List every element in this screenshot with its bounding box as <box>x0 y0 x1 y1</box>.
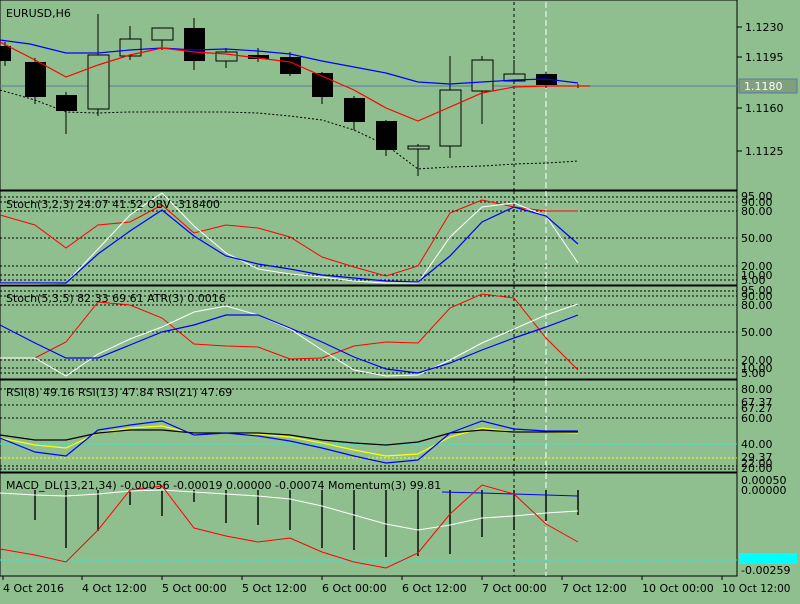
svg-text:5.00: 5.00 <box>741 367 766 380</box>
macd-histogram <box>34 490 579 557</box>
svg-text:1.1160: 1.1160 <box>745 102 784 115</box>
candle <box>25 62 46 97</box>
svg-text:80.00: 80.00 <box>741 299 773 312</box>
svg-text:80.00: 80.00 <box>741 383 773 396</box>
stoch2-white <box>0 303 579 377</box>
candle <box>151 27 174 41</box>
main-panel-frame <box>0 0 738 191</box>
svg-text:60.00: 60.00 <box>741 412 773 425</box>
svg-text:4 Oct 2016: 4 Oct 2016 <box>3 582 64 595</box>
svg-text:5 Oct 12:00: 5 Oct 12:00 <box>242 582 307 595</box>
svg-text:50.00: 50.00 <box>741 232 773 245</box>
svg-text:1.1195: 1.1195 <box>745 51 784 64</box>
price-axis: 1.1230 1.1195 1.1160 1.1125 1.1180 <box>737 21 798 158</box>
candle <box>56 95 77 111</box>
macd-label: MACD_DL(13,21,34) -0.00056 -0.00019 0.00… <box>6 479 441 492</box>
chart-canvas[interactable]: EURUSD,H6 1.1230 1.1195 1.1160 1.1125 1.… <box>0 0 800 600</box>
svg-text:50.00: 50.00 <box>741 326 773 339</box>
rsi-label: RSI(8) 49.16 RSI(13) 47.84 RSI(21) 47.69 <box>6 386 232 399</box>
candlesticks <box>0 14 590 176</box>
svg-text:80.00: 80.00 <box>741 205 773 218</box>
candle <box>439 89 462 147</box>
time-axis: 4 Oct 2016 4 Oct 12:00 5 Oct 00:00 5 Oct… <box>2 576 790 595</box>
stoch1-axis: 95.00 90.00 80.00 50.00 20.00 10.00 5.00 <box>741 190 773 287</box>
stoch1-label: Stoch(3,2,3) 24.07 41.52 OBV -318400 <box>6 198 220 211</box>
stoch2-label: Stoch(5,3,5) 82.33 69.61 ATR(3) 0.0016 <box>6 292 226 305</box>
momentum-red <box>0 484 579 569</box>
macd-panel[interactable]: MACD_DL(13,21,34) -0.00056 -0.00019 0.00… <box>0 472 797 577</box>
svg-text:6 Oct 00:00: 6 Oct 00:00 <box>322 582 387 595</box>
stoch2-blue <box>0 314 579 374</box>
svg-text:5 Oct 00:00: 5 Oct 00:00 <box>162 582 227 595</box>
candle <box>471 59 494 92</box>
main-price-panel[interactable]: EURUSD,H6 1.1230 1.1195 1.1160 1.1125 1.… <box>0 0 798 191</box>
svg-text:40.00: 40.00 <box>741 438 773 451</box>
macd-axis: 0.00050 0.00000 -0.00259 <box>739 474 797 577</box>
svg-text:7 Oct 00:00: 7 Oct 00:00 <box>482 582 547 595</box>
rsi-blue <box>0 420 578 464</box>
svg-text:-0.00259: -0.00259 <box>741 564 790 577</box>
current-price-text: 1.1180 <box>744 80 783 93</box>
stoch2-axis: 95.00 90.00 80.00 50.00 20.00 10.00 5.00 <box>741 284 773 380</box>
candle <box>376 121 397 150</box>
stoch1-panel[interactable]: Stoch(3,2,3) 24.07 41.52 OBV -318400 95.… <box>0 190 773 287</box>
rsi-axis: 80.00 67.37 67.27 60.00 40.00 29.37 22.0… <box>741 383 773 475</box>
svg-text:10 Oct 12:00: 10 Oct 12:00 <box>722 583 790 595</box>
candle <box>344 98 365 122</box>
chart-window[interactable]: EURUSD,H6 1.1230 1.1195 1.1160 1.1125 1.… <box>0 0 800 600</box>
svg-text:7 Oct 12:00: 7 Oct 12:00 <box>562 582 627 595</box>
macd-highlight-box <box>739 553 797 564</box>
symbol-label: EURUSD,H6 <box>6 7 71 20</box>
svg-text:1.1230: 1.1230 <box>745 21 784 34</box>
macd-white <box>0 489 579 531</box>
candle <box>0 46 11 61</box>
candle <box>184 28 205 61</box>
stoch2-panel[interactable]: Stoch(5,3,5) 82.33 69.61 ATR(3) 0.0016 9… <box>0 284 773 380</box>
candle <box>407 145 430 150</box>
stoch1-blue <box>0 206 579 284</box>
rsi-panel[interactable]: RSI(8) 49.16 RSI(13) 47.84 RSI(21) 47.69… <box>0 379 773 475</box>
envelope-lower <box>0 89 579 170</box>
svg-text:1.1125: 1.1125 <box>745 145 784 158</box>
svg-text:6 Oct 12:00: 6 Oct 12:00 <box>402 582 467 595</box>
svg-text:0.00000: 0.00000 <box>741 484 787 497</box>
svg-text:4 Oct 12:00: 4 Oct 12:00 <box>82 582 147 595</box>
svg-text:10 Oct 00:00: 10 Oct 00:00 <box>642 582 714 595</box>
